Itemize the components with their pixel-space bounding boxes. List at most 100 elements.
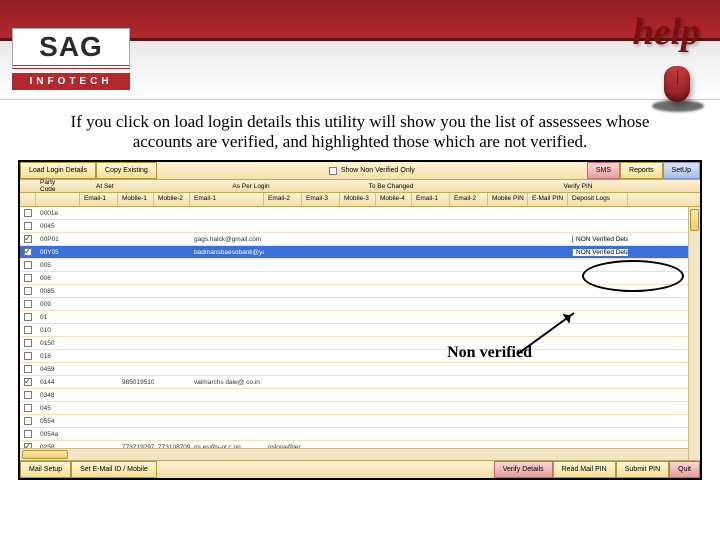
col-m1: Mobile-1: [118, 193, 154, 206]
load-login-button[interactable]: Load Login Details: [20, 162, 96, 179]
band-atset: At Set: [76, 183, 176, 190]
row-checkbox[interactable]: [20, 417, 36, 425]
row-checkbox[interactable]: [20, 339, 36, 347]
table-row[interactable]: 01: [20, 311, 700, 324]
checkbox-icon: [24, 404, 32, 412]
table-row[interactable]: 00P01gags.halck@gmail.comNON Verified De…: [20, 233, 700, 246]
verify-details-button[interactable]: Verify Details: [494, 461, 553, 478]
column-headers: Email-1 Mobile-1 Mobile-2 Email-1 Email-…: [20, 193, 700, 207]
checkbox-icon: [24, 274, 32, 282]
col-mpn: Mobile PIN: [488, 193, 528, 206]
section-band: Party Code At Set As Per Login To Be Cha…: [20, 180, 700, 193]
band-party: Party Code: [20, 179, 76, 193]
help-heading: help: [632, 10, 700, 54]
table-row[interactable]: 045: [20, 402, 700, 415]
checkbox-icon: [24, 209, 32, 217]
col-checkbox: [20, 193, 36, 206]
checkbox-icon: [24, 222, 32, 230]
app-screenshot: Load Login Details Copy Existing Show No…: [18, 160, 702, 480]
brand-logo: SAG INFOTECH: [12, 28, 130, 90]
logo-main-text: SAG: [12, 28, 130, 69]
checkbox-icon: [24, 391, 32, 399]
checkbox-icon: [24, 378, 32, 386]
row-checkbox[interactable]: [20, 300, 36, 308]
col-dep: Deposit Logs: [568, 193, 628, 206]
table-row[interactable]: 0054a: [20, 428, 700, 441]
band-asper: As Per Login: [176, 183, 326, 190]
checkbox-icon: [24, 235, 32, 243]
sms-button[interactable]: SMS: [587, 162, 620, 179]
row-checkbox[interactable]: [20, 365, 36, 373]
row-checkbox[interactable]: [20, 235, 36, 243]
checkbox-icon: [24, 326, 32, 334]
col-m4: Mobile-4: [376, 193, 412, 206]
row-checkbox[interactable]: [20, 378, 36, 386]
checkbox-icon: [24, 287, 32, 295]
set-email-id-button[interactable]: Set E-Mail ID / Mobile: [71, 461, 157, 478]
row-checkbox[interactable]: [20, 248, 36, 256]
table-row[interactable]: 01449850195109valmarchs dale@ co.in: [20, 376, 700, 389]
table-row[interactable]: 006: [20, 272, 700, 285]
show-non-verified-checkbox[interactable]: Show Non Verified Only: [157, 162, 587, 179]
table-row[interactable]: 009: [20, 298, 700, 311]
row-checkbox[interactable]: [20, 222, 36, 230]
setup-button[interactable]: SetUp: [663, 162, 700, 179]
horizontal-scrollbar[interactable]: [20, 448, 688, 460]
col-epn: E-Mail PIN: [528, 193, 568, 206]
table-row[interactable]: 005: [20, 259, 700, 272]
row-checkbox[interactable]: [20, 404, 36, 412]
row-checkbox[interactable]: [20, 430, 36, 438]
col-em2c: Email-2: [450, 193, 488, 206]
col-m3: Mobile-3: [340, 193, 376, 206]
checkbox-icon: [329, 167, 337, 175]
checkbox-icon: [24, 339, 32, 347]
col-m2: Mobile-2: [154, 193, 190, 206]
data-rows: 0001e004500P01gags.halck@gmail.comNON Ve…: [20, 207, 700, 460]
bottom-toolbar: Mail Setup Set E-Mail ID / Mobile Verify…: [20, 460, 700, 478]
copy-existing-button[interactable]: Copy Existing: [96, 162, 157, 179]
top-toolbar: Load Login Details Copy Existing Show No…: [20, 162, 700, 180]
table-row[interactable]: 0554: [20, 415, 700, 428]
row-checkbox[interactable]: [20, 274, 36, 282]
row-checkbox[interactable]: [20, 209, 36, 217]
slide-header: SAG INFOTECH help: [0, 0, 720, 100]
checkbox-icon: [24, 248, 32, 256]
col-party: [36, 193, 80, 206]
reports-button[interactable]: Reports: [620, 162, 663, 179]
table-row[interactable]: 018: [20, 350, 700, 363]
table-row[interactable]: 00Y05badmansbaesobank@yahoo.co.inNON Ver…: [20, 246, 700, 259]
row-checkbox[interactable]: [20, 391, 36, 399]
row-checkbox[interactable]: [20, 313, 36, 321]
vertical-scrollbar[interactable]: [688, 207, 700, 460]
row-checkbox[interactable]: [20, 326, 36, 334]
table-row[interactable]: 0085: [20, 285, 700, 298]
checkbox-icon: [24, 313, 32, 321]
quit-button[interactable]: Quit: [669, 461, 700, 478]
band-verify: Verify PIN: [456, 183, 700, 190]
submit-pin-button[interactable]: Submit PIN: [616, 461, 669, 478]
row-checkbox[interactable]: [20, 261, 36, 269]
checkbox-icon: [24, 352, 32, 360]
col-em1c: Email-1: [412, 193, 450, 206]
checkbox-icon: [24, 365, 32, 373]
col-em3: Email-3: [302, 193, 340, 206]
table-row[interactable]: 0045: [20, 220, 700, 233]
table-row[interactable]: 0150: [20, 337, 700, 350]
col-em1b: Email-1: [190, 193, 264, 206]
col-em2: Email-2: [264, 193, 302, 206]
annotation-label: Non verified: [447, 344, 532, 362]
col-em1: Email-1: [80, 193, 118, 206]
table-row[interactable]: 010: [20, 324, 700, 337]
mail-setup-button[interactable]: Mail Setup: [20, 461, 71, 478]
row-checkbox[interactable]: [20, 287, 36, 295]
band-tochange: To Be Changed: [326, 183, 456, 190]
read-mail-pin-button[interactable]: Read Mail PIN: [553, 461, 616, 478]
mouse-icon: [658, 62, 694, 106]
table-row[interactable]: 0348: [20, 389, 700, 402]
row-checkbox[interactable]: [20, 352, 36, 360]
table-row[interactable]: 0001e: [20, 207, 700, 220]
checkbox-icon: [24, 430, 32, 438]
show-non-verified-label: Show Non Verified Only: [341, 167, 415, 174]
checkbox-icon: [24, 261, 32, 269]
table-row[interactable]: 0459: [20, 363, 700, 376]
